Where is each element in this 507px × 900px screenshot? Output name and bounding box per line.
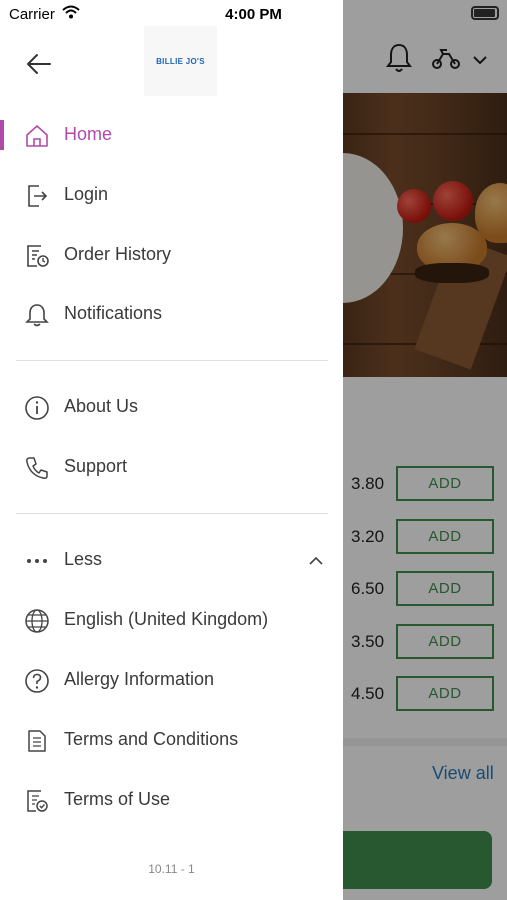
menu-item-label: Terms of Use — [64, 789, 171, 809]
login-icon — [28, 185, 48, 207]
menu-divider — [16, 513, 328, 514]
menu-item-notifications[interactable]: Notifications — [0, 289, 343, 339]
menu-item-about-us[interactable]: About Us — [0, 382, 343, 432]
chevron-up-icon — [309, 556, 323, 565]
logo-text: BILLIE JO'S — [156, 56, 205, 66]
status-bar: Carrier 4:00 PM — [0, 0, 507, 30]
menu-item-home[interactable]: Home — [0, 110, 343, 160]
menu-item-login[interactable]: Login — [0, 170, 343, 220]
menu-toggle-less[interactable]: Less — [0, 535, 343, 585]
battery-icon — [471, 6, 499, 20]
menu-item-label: Notifications — [64, 303, 163, 323]
globe-icon — [25, 609, 49, 633]
app-version: 10.11 - 1 — [148, 862, 195, 876]
menu-item-terms-and-conditions[interactable]: Terms and Conditions — [0, 715, 343, 765]
menu-item-label: Allergy Information — [64, 669, 215, 689]
status-time: 4:00 PM — [225, 6, 282, 23]
question-icon — [25, 669, 49, 693]
menu-item-support[interactable]: Support — [0, 442, 343, 492]
menu-item-label: Terms and Conditions — [64, 729, 239, 749]
menu-item-allergy-information[interactable]: Allergy Information — [0, 655, 343, 705]
menu-item-label: Login — [64, 184, 109, 204]
home-icon — [26, 125, 48, 147]
menu-item-label: Order History — [64, 244, 172, 264]
menu-item-label: About Us — [64, 396, 139, 416]
menu-item-label: Support — [64, 456, 128, 476]
phone-icon — [26, 457, 48, 479]
info-icon — [25, 396, 49, 420]
menu-item-label: Home — [64, 124, 113, 144]
menu-item-language[interactable]: English (United Kingdom) — [0, 595, 343, 645]
order-history-icon — [27, 245, 49, 267]
more-dots-icon — [27, 559, 47, 563]
menu-item-order-history[interactable]: Order History — [0, 230, 343, 280]
document-check-icon — [27, 790, 48, 812]
menu-item-label: Less — [64, 549, 103, 569]
bell-icon — [25, 304, 49, 327]
menu-item-terms-of-use[interactable]: Terms of Use — [0, 775, 343, 825]
document-icon — [28, 730, 46, 752]
menu-divider — [16, 360, 328, 361]
brand-logo: BILLIE JO'S — [144, 26, 217, 96]
back-arrow-icon[interactable] — [25, 50, 53, 78]
menu-item-label: English (United Kingdom) — [64, 609, 269, 629]
navigation-drawer: BILLIE JO'S Home Login Order History Not… — [0, 0, 343, 900]
